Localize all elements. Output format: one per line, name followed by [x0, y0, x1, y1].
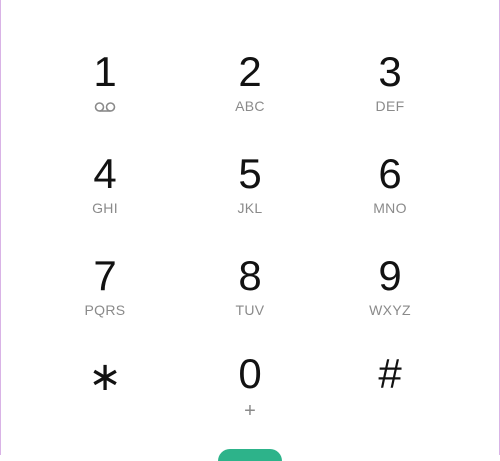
key-6[interactable]: 6 MNO: [335, 152, 445, 244]
dialpad: 1 2 ABC 3 DEF 4 GHI 5 JKL 6 MNO 7 PQRS 8: [0, 0, 500, 455]
key-5[interactable]: 5 JKL: [195, 152, 305, 244]
key-hash[interactable]: #: [335, 352, 445, 444]
key-6-digit: 6: [378, 150, 402, 197]
key-2-digit: 2: [238, 48, 262, 95]
key-7-letters: PQRS: [84, 302, 126, 318]
key-9-digit: 9: [378, 252, 402, 299]
key-5-digit: 5: [238, 150, 262, 197]
key-2[interactable]: 2 ABC: [195, 50, 305, 142]
key-3-digit: 3: [378, 48, 402, 95]
key-0[interactable]: 0 +: [195, 352, 305, 444]
key-hash-digit: #: [378, 350, 402, 397]
key-6-letters: MNO: [373, 200, 407, 216]
key-4[interactable]: 4 GHI: [50, 152, 160, 244]
key-3[interactable]: 3 DEF: [335, 50, 445, 142]
key-8[interactable]: 8 TUV: [195, 254, 305, 346]
key-9[interactable]: 9 WXYZ: [335, 254, 445, 346]
key-4-letters: GHI: [92, 200, 118, 216]
voicemail-icon: [94, 100, 116, 114]
key-star[interactable]: ∗: [50, 352, 160, 444]
key-8-letters: TUV: [235, 302, 265, 318]
key-1[interactable]: 1: [50, 50, 160, 142]
call-button[interactable]: [218, 449, 282, 461]
key-star-digit: ∗: [88, 355, 122, 399]
key-1-digit: 1: [93, 48, 117, 95]
key-9-letters: WXYZ: [369, 302, 411, 318]
key-4-digit: 4: [93, 150, 117, 197]
key-0-digit: 0: [238, 350, 262, 397]
key-8-digit: 8: [238, 252, 262, 299]
key-7[interactable]: 7 PQRS: [50, 254, 160, 346]
key-5-letters: JKL: [237, 200, 263, 216]
key-0-plus: +: [244, 400, 256, 422]
key-3-letters: DEF: [375, 98, 405, 114]
key-2-letters: ABC: [235, 98, 265, 114]
key-7-digit: 7: [93, 252, 117, 299]
